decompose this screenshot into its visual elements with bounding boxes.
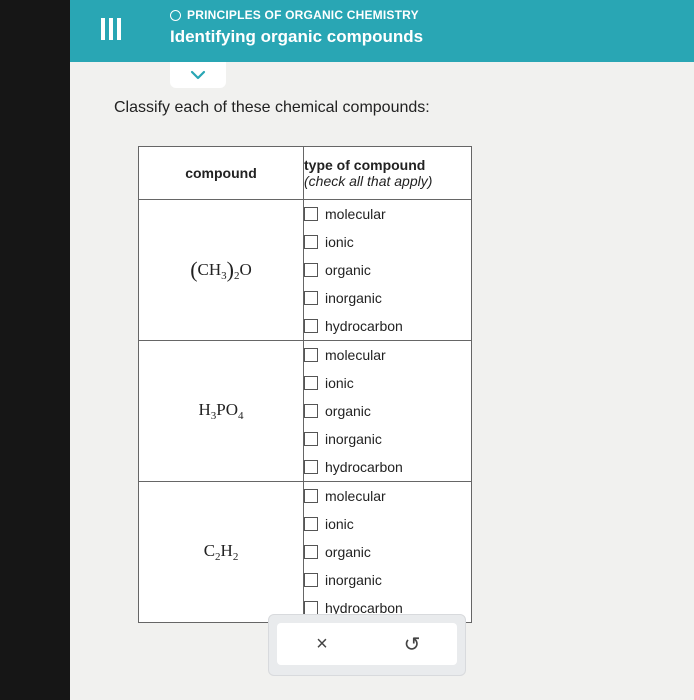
undo-button[interactable]: ↺ — [392, 627, 432, 661]
option-ionic[interactable]: ionic — [304, 228, 471, 256]
checkbox[interactable] — [304, 432, 318, 446]
checkbox[interactable] — [304, 376, 318, 390]
option-label: inorganic — [325, 572, 382, 588]
checkbox[interactable] — [304, 545, 318, 559]
compound-options: molecular ionic organic inorganic hydroc… — [303, 199, 472, 341]
table-header-row: compound type of compound (check all tha… — [138, 146, 472, 200]
option-label: ionic — [325, 234, 354, 250]
checkbox[interactable] — [304, 235, 318, 249]
option-ionic[interactable]: ionic — [304, 510, 471, 538]
option-inorganic[interactable]: inorganic — [304, 284, 471, 312]
menu-icon[interactable] — [99, 17, 123, 41]
table-row: C2H2 molecular ionic organic inorganic h… — [138, 481, 472, 623]
option-organic[interactable]: organic — [304, 397, 471, 425]
checkbox[interactable] — [304, 489, 318, 503]
compound-options: molecular ionic organic inorganic hydroc… — [303, 481, 472, 623]
option-label: hydrocarbon — [325, 318, 403, 334]
checkbox[interactable] — [304, 517, 318, 531]
page-title: Identifying organic compounds — [170, 27, 424, 46]
checkbox[interactable] — [304, 319, 318, 333]
table-row: H3PO4 molecular ionic organic inorganic … — [138, 340, 472, 482]
type-header-title: type of compound — [304, 157, 426, 173]
option-label: organic — [325, 403, 371, 419]
option-hydrocarbon[interactable]: hydrocarbon — [304, 453, 471, 481]
compound-options: molecular ionic organic inorganic hydroc… — [303, 340, 472, 482]
compound-column-header: compound — [138, 146, 304, 200]
checkbox[interactable] — [304, 348, 318, 362]
option-label: molecular — [325, 488, 386, 504]
checkbox[interactable] — [304, 263, 318, 277]
compound-formula: H3PO4 — [138, 340, 304, 482]
close-icon: × — [316, 632, 328, 655]
clear-button[interactable]: × — [302, 627, 342, 661]
undo-icon: ↺ — [403, 633, 421, 656]
option-label: molecular — [325, 347, 386, 363]
option-label: ionic — [325, 516, 354, 532]
checkbox[interactable] — [304, 601, 318, 615]
classification-table: compound type of compound (check all tha… — [138, 146, 472, 623]
option-label: organic — [325, 544, 371, 560]
option-molecular[interactable]: molecular — [304, 200, 471, 228]
action-buttons: × ↺ — [277, 623, 457, 665]
option-label: hydrocarbon — [325, 459, 403, 475]
option-label: molecular — [325, 206, 386, 222]
option-organic[interactable]: organic — [304, 538, 471, 566]
checkbox[interactable] — [304, 207, 318, 221]
option-inorganic[interactable]: inorganic — [304, 425, 471, 453]
question-prompt: Classify each of these chemical compound… — [114, 99, 430, 116]
option-label: inorganic — [325, 290, 382, 306]
checkbox[interactable] — [304, 573, 318, 587]
option-molecular[interactable]: molecular — [304, 482, 471, 510]
type-header-hint: (check all that apply) — [304, 173, 433, 189]
checkbox[interactable] — [304, 460, 318, 474]
option-label: inorganic — [325, 431, 382, 447]
option-molecular[interactable]: molecular — [304, 341, 471, 369]
breadcrumb: PRINCIPLES OF ORGANIC CHEMISTRY — [170, 8, 419, 22]
option-ionic[interactable]: ionic — [304, 369, 471, 397]
option-organic[interactable]: organic — [304, 256, 471, 284]
table-row: (CH3)2O molecular ionic organic inorgani… — [138, 199, 472, 341]
circle-icon — [170, 9, 181, 21]
compound-formula: (CH3)2O — [138, 199, 304, 341]
compound-formula: C2H2 — [138, 481, 304, 623]
action-bar: × ↺ — [268, 614, 466, 676]
option-hydrocarbon[interactable]: hydrocarbon — [304, 312, 471, 340]
breadcrumb-text: PRINCIPLES OF ORGANIC CHEMISTRY — [187, 8, 419, 22]
type-column-header: type of compound (check all that apply) — [303, 146, 472, 200]
checkbox[interactable] — [304, 404, 318, 418]
option-inorganic[interactable]: inorganic — [304, 566, 471, 594]
expand-button[interactable] — [170, 62, 226, 88]
checkbox[interactable] — [304, 291, 318, 305]
chevron-down-icon — [190, 70, 206, 80]
option-label: organic — [325, 262, 371, 278]
option-label: ionic — [325, 375, 354, 391]
